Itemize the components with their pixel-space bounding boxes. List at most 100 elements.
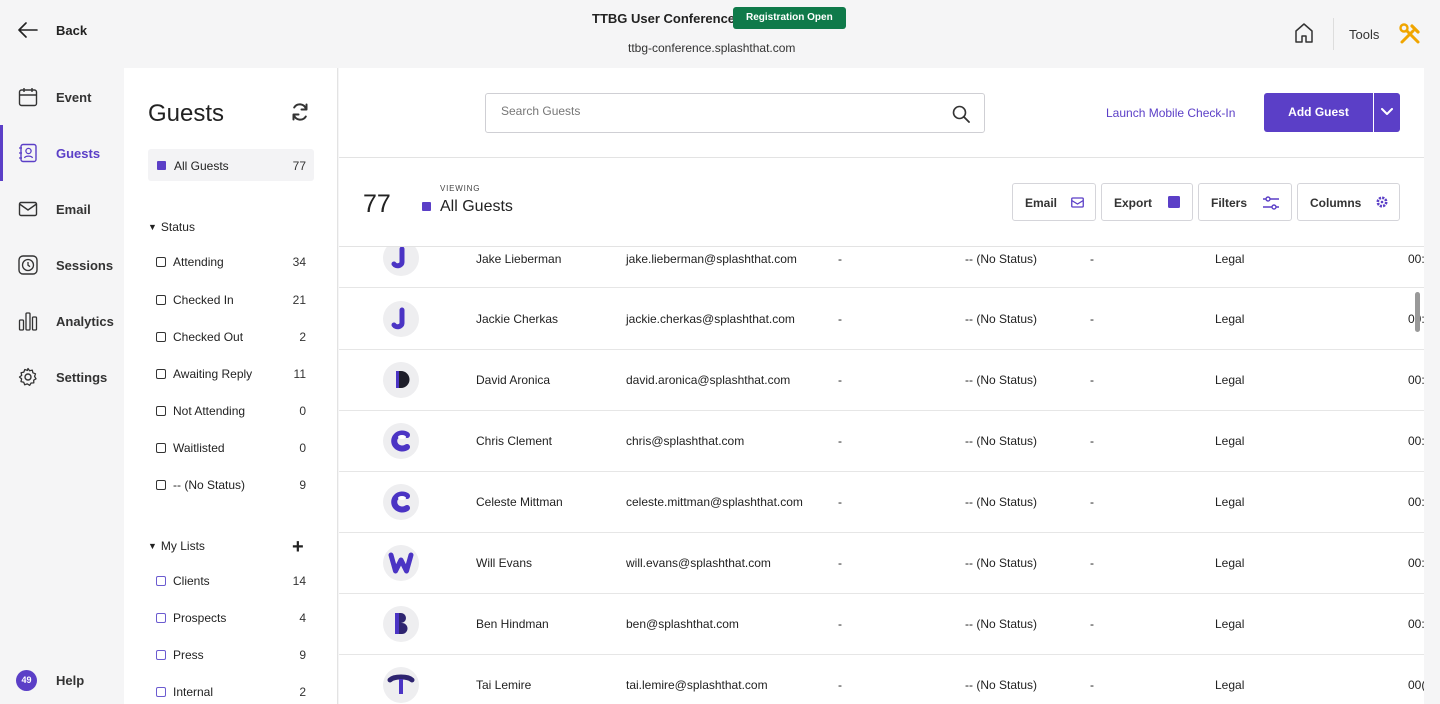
guest-status: -- (No Status) [965, 434, 1038, 448]
checkbox[interactable] [156, 576, 166, 586]
nav-label: Email [56, 202, 91, 217]
top-bar: Back TTBG User Conference Registration O… [0, 0, 1440, 68]
home-button[interactable] [1294, 22, 1314, 49]
tools-icon[interactable] [1398, 22, 1422, 51]
search-icon[interactable] [952, 105, 970, 123]
guest-tag: Legal [1215, 556, 1245, 570]
guest-field: - [838, 252, 842, 266]
filters-button[interactable]: Filters [1198, 183, 1292, 221]
help-label: Help [56, 673, 85, 688]
status-filter-not-attending[interactable]: Not Attending 0 [156, 403, 306, 423]
filter-count: 2 [299, 330, 306, 344]
guest-time: 00: [1408, 373, 1424, 387]
guest-name: Celeste Mittman [476, 495, 563, 509]
nav-item-event[interactable]: Event [0, 69, 124, 125]
list-filter-internal[interactable]: Internal 2 [156, 684, 306, 704]
filter-count: 21 [292, 293, 306, 307]
guest-field: - [838, 495, 842, 509]
table-row[interactable]: Will Evans will.evans@splashthat.com - -… [339, 533, 1424, 594]
filter-label: Not Attending [173, 404, 246, 418]
list-filter-press[interactable]: Press 9 [156, 647, 306, 667]
nav-item-analytics[interactable]: Analytics [0, 293, 124, 349]
avatar [383, 247, 419, 276]
nav-item-settings[interactable]: Settings [0, 349, 124, 405]
table-row[interactable]: Ben Hindman ben@splashthat.com - -- (No … [339, 594, 1424, 655]
checkbox[interactable] [156, 613, 166, 623]
all-guests-filter[interactable]: All Guests 77 [148, 149, 314, 181]
status-filter-checked-in[interactable]: Checked In 21 [156, 292, 306, 312]
launch-mobile-checkin-link[interactable]: Launch Mobile Check-In [1106, 106, 1235, 120]
guest-email: will.evans@splashthat.com [626, 556, 771, 570]
list-filter-clients[interactable]: Clients 14 [156, 573, 306, 593]
status-filter-waitlisted[interactable]: Waitlisted 0 [156, 440, 306, 460]
table-row[interactable]: Chris Clement chris@splashthat.com - -- … [339, 411, 1424, 472]
envelope-icon [1071, 197, 1084, 208]
refresh-button[interactable] [290, 102, 310, 127]
checkbox[interactable] [156, 687, 166, 697]
nav-item-guests[interactable]: Guests [0, 125, 124, 181]
event-url: ttbg-conference.splashthat.com [628, 41, 796, 55]
export-button[interactable]: Export [1101, 183, 1193, 221]
status-filter-awaiting-reply[interactable]: Awaiting Reply 11 [156, 366, 306, 386]
email-button[interactable]: Email [1012, 183, 1096, 221]
checkbox[interactable] [156, 443, 166, 453]
guest-status: -- (No Status) [965, 495, 1038, 509]
refresh-icon [292, 103, 308, 121]
button-label: Filters [1211, 196, 1248, 210]
table-row[interactable]: Jake Lieberman jake.lieberman@splashthat… [339, 247, 1424, 288]
filter-count: 4 [299, 611, 306, 625]
guest-time: 00: [1408, 434, 1424, 448]
help-button[interactable]: 49 Help [16, 670, 84, 691]
checkbox[interactable] [156, 406, 166, 416]
my-lists-section-toggle[interactable]: ▼ My Lists [148, 539, 205, 553]
button-label: Columns [1310, 196, 1362, 210]
guest-field: - [1090, 556, 1094, 570]
home-icon [1295, 23, 1313, 43]
nav-item-sessions[interactable]: Sessions [0, 237, 124, 293]
viewing-list-name: All Guests [440, 198, 513, 215]
checkbox[interactable] [156, 257, 166, 267]
checkbox[interactable] [156, 650, 166, 660]
avatar [383, 606, 419, 642]
search-input[interactable] [501, 104, 941, 118]
guest-field: - [1090, 495, 1094, 509]
panel-title: Guests [148, 100, 225, 127]
filter-count: 34 [292, 255, 306, 269]
guest-status: -- (No Status) [965, 373, 1038, 387]
status-filter-no-status[interactable]: -- (No Status) 9 [156, 477, 306, 497]
filter-label: Internal [173, 685, 214, 699]
status-filter-checked-out[interactable]: Checked Out 2 [156, 329, 306, 349]
guest-time: 00: [1408, 617, 1424, 631]
add-guest-dropdown-button[interactable] [1374, 93, 1400, 132]
nav-item-email[interactable]: Email [0, 181, 124, 237]
back-label: Back [56, 22, 88, 38]
plus-icon: + [292, 536, 304, 558]
nav-label: Analytics [56, 314, 114, 329]
checkbox[interactable] [156, 369, 166, 379]
table-row[interactable]: Jackie Cherkas jackie.cherkas@splashthat… [339, 289, 1424, 350]
list-filter-prospects[interactable]: Prospects 4 [156, 610, 306, 630]
guest-field: - [838, 556, 842, 570]
table-scrollbar[interactable] [1415, 292, 1420, 332]
guest-field: - [838, 678, 842, 692]
chevron-down-icon [1381, 108, 1393, 115]
status-filter-attending[interactable]: Attending 34 [156, 254, 306, 274]
add-guest-button[interactable]: Add Guest [1264, 93, 1373, 132]
guest-status: -- (No Status) [965, 252, 1038, 266]
guest-name: Jackie Cherkas [476, 312, 559, 326]
guest-field: - [838, 312, 842, 326]
checkbox[interactable] [156, 480, 166, 490]
add-list-button[interactable]: + [292, 536, 304, 558]
table-row[interactable]: Tai Lemire tai.lemire@splashthat.com - -… [339, 655, 1424, 704]
checkbox[interactable] [156, 295, 166, 305]
tools-button[interactable]: Tools [1349, 27, 1379, 42]
guest-name: Tai Lemire [476, 678, 532, 692]
status-section-toggle[interactable]: ▼ Status [148, 220, 195, 234]
checkbox[interactable] [156, 332, 166, 342]
table-row[interactable]: Celeste Mittman celeste.mittman@splashth… [339, 472, 1424, 533]
guest-field: - [1090, 312, 1094, 326]
event-title: TTBG User Conference [592, 11, 736, 26]
columns-button[interactable]: Columns [1297, 183, 1400, 221]
table-row[interactable]: David Aronica david.aronica@splashthat.c… [339, 350, 1424, 411]
back-button[interactable]: Back [18, 22, 87, 38]
